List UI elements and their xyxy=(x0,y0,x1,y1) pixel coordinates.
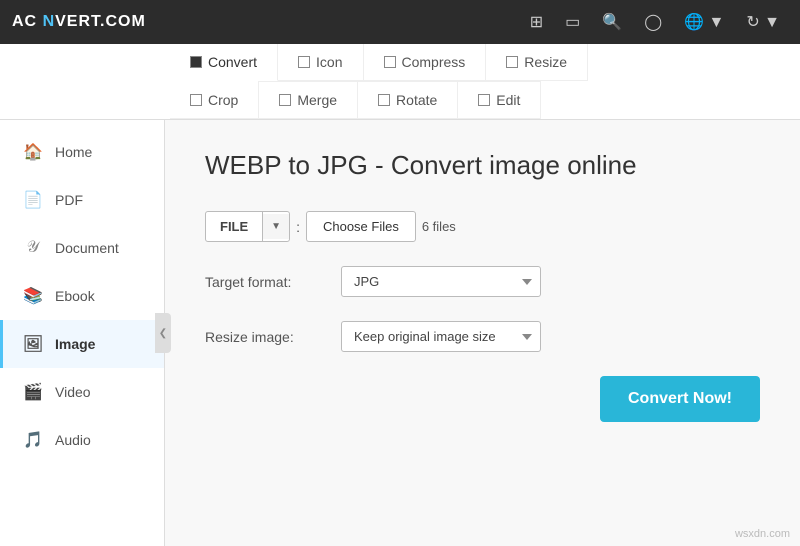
convert-now-button[interactable]: Convert Now! xyxy=(600,376,760,422)
sidebar-label-pdf: PDF xyxy=(55,192,83,208)
toolbar-label-rotate: Rotate xyxy=(396,92,437,108)
main-area: 🏠 Home 📄 PDF 𝒴 Document 📚 Ebook 🖼 Image … xyxy=(0,120,800,546)
sidebar-item-home[interactable]: 🏠 Home xyxy=(0,128,164,176)
toolbar-label-icon: Icon xyxy=(316,54,342,70)
resize-image-select[interactable]: Keep original image size Custom size Per… xyxy=(341,321,541,352)
image-icon: 🖼 xyxy=(23,334,43,354)
pdf-icon: 📄 xyxy=(23,190,43,210)
topnav-icons: ⊞ ▭ 🔍 ◯ 🌐 ▼ ↻ ▼ xyxy=(522,8,788,36)
file-type-label: FILE xyxy=(206,212,263,241)
help-icon-btn[interactable]: ◯ xyxy=(636,8,670,36)
sidebar-label-video: Video xyxy=(55,384,91,400)
file-input-group: FILE ▼ : Choose Files 6 files xyxy=(205,211,456,242)
merge-checkbox xyxy=(279,94,291,106)
sidebar-label-image: Image xyxy=(55,336,95,352)
document-icon: 𝒴 xyxy=(23,238,43,258)
choose-files-button[interactable]: Choose Files xyxy=(306,211,416,242)
resize-image-label: Resize image: xyxy=(205,329,325,345)
sidebar-item-video[interactable]: 🎬 Video xyxy=(0,368,164,416)
resize-checkbox xyxy=(506,56,518,68)
sidebar: 🏠 Home 📄 PDF 𝒴 Document 📚 Ebook 🖼 Image … xyxy=(0,120,165,546)
toolbar-rows: Convert Icon Compress Resize Crop Merge … xyxy=(170,44,630,119)
toolbar-item-compress[interactable]: Compress xyxy=(364,44,487,81)
sidebar-item-pdf[interactable]: 📄 PDF xyxy=(0,176,164,224)
convert-btn-wrap: Convert Now! xyxy=(205,376,760,422)
sidebar-item-audio[interactable]: 🎵 Audio xyxy=(0,416,164,464)
sidebar-label-home: Home xyxy=(55,144,92,160)
crop-checkbox xyxy=(190,94,202,106)
toolbar-item-icon[interactable]: Icon xyxy=(278,44,363,81)
language-icon-btn[interactable]: 🌐 ▼ xyxy=(676,8,732,36)
toolbar-label-merge: Merge xyxy=(297,92,337,108)
toolbar-item-rotate[interactable]: Rotate xyxy=(358,81,458,119)
toolbar-item-edit[interactable]: Edit xyxy=(458,81,541,119)
file-type-dropdown-arrow[interactable]: ▼ xyxy=(263,214,289,239)
watermark: wsxdn.com xyxy=(735,528,790,540)
toolbar: Convert Icon Compress Resize Crop Merge … xyxy=(0,44,800,120)
icon-checkbox xyxy=(298,56,310,68)
toolbar-label-edit: Edit xyxy=(496,92,520,108)
toolbar-label-compress: Compress xyxy=(402,54,466,70)
files-count: 6 files xyxy=(422,219,456,234)
grid-icon-btn[interactable]: ⊞ xyxy=(522,8,551,36)
logo-highlight: N xyxy=(43,13,56,30)
toolbar-label-crop: Crop xyxy=(208,92,238,108)
toolbar-label-resize: Resize xyxy=(524,54,567,70)
ebook-icon: 📚 xyxy=(23,286,43,306)
video-icon: 🎬 xyxy=(23,382,43,402)
edit-checkbox xyxy=(478,94,490,106)
resize-image-row: Resize image: Keep original image size C… xyxy=(205,321,760,352)
convert-checkbox xyxy=(190,56,202,68)
file-type-btn[interactable]: FILE ▼ xyxy=(205,211,290,242)
rotate-checkbox xyxy=(378,94,390,106)
toolbar-item-convert[interactable]: Convert xyxy=(170,44,278,81)
target-format-select[interactable]: JPG PNG WEBP GIF BMP ICO xyxy=(341,266,541,297)
compress-checkbox xyxy=(384,56,396,68)
sidebar-item-image[interactable]: 🖼 Image xyxy=(0,320,164,368)
toolbar-item-crop[interactable]: Crop xyxy=(170,81,259,119)
sidebar-label-ebook: Ebook xyxy=(55,288,95,304)
home-icon: 🏠 xyxy=(23,142,43,162)
topnav: AC NVERT.COM ⊞ ▭ 🔍 ◯ 🌐 ▼ ↻ ▼ xyxy=(0,0,800,44)
target-format-row: Target format: JPG PNG WEBP GIF BMP ICO xyxy=(205,266,760,297)
toolbar-item-merge[interactable]: Merge xyxy=(259,81,358,119)
colon: : xyxy=(296,219,300,235)
toolbar-item-resize[interactable]: Resize xyxy=(486,44,588,81)
file-row: FILE ▼ : Choose Files 6 files xyxy=(205,211,760,242)
logo: AC NVERT.COM xyxy=(12,13,146,31)
mobile-icon-btn[interactable]: ▭ xyxy=(557,8,588,36)
content-area: WEBP to JPG - Convert image online FILE … xyxy=(165,120,800,546)
refresh-icon-btn[interactable]: ↻ ▼ xyxy=(738,8,788,36)
sidebar-item-ebook[interactable]: 📚 Ebook xyxy=(0,272,164,320)
search-icon-btn[interactable]: 🔍 xyxy=(594,8,630,36)
sidebar-item-document[interactable]: 𝒴 Document xyxy=(0,224,164,272)
sidebar-label-audio: Audio xyxy=(55,432,91,448)
sidebar-toggle[interactable]: ❮ xyxy=(155,313,171,353)
sidebar-label-document: Document xyxy=(55,240,119,256)
toolbar-label-convert: Convert xyxy=(208,54,257,70)
audio-icon: 🎵 xyxy=(23,430,43,450)
target-format-label: Target format: xyxy=(205,274,325,290)
page-title: WEBP to JPG - Convert image online xyxy=(205,150,760,181)
